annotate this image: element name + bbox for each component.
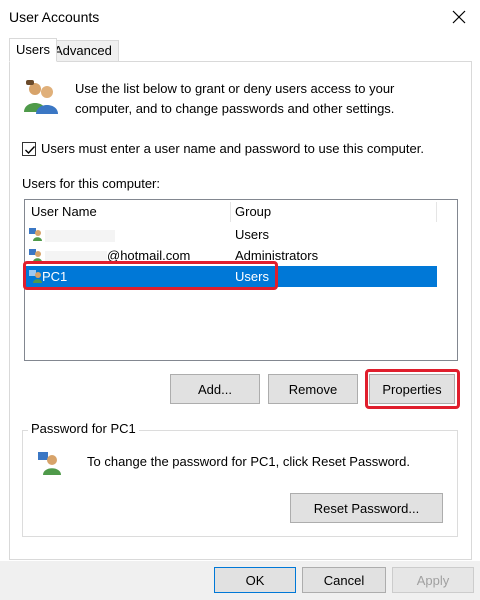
redacted-block bbox=[45, 250, 107, 263]
intro-text: Use the list below to grant or deny user… bbox=[75, 81, 395, 116]
window-title: User Accounts bbox=[9, 9, 100, 25]
require-password-row[interactable]: Users must enter a user name and passwor… bbox=[22, 141, 424, 156]
user-group: Administrators bbox=[235, 248, 319, 263]
close-button[interactable] bbox=[446, 4, 472, 30]
tab-users[interactable]: Users bbox=[9, 38, 57, 62]
checkmark-icon bbox=[25, 145, 36, 154]
list-item-selected[interactable]: PC1 Users bbox=[25, 266, 437, 287]
users-icon bbox=[24, 80, 58, 114]
ok-button[interactable]: OK bbox=[214, 567, 296, 593]
column-group[interactable]: Group bbox=[231, 200, 271, 224]
password-instructions: To change the password for PC1, click Re… bbox=[87, 454, 410, 469]
user-group: Users bbox=[235, 269, 269, 284]
user-name: PC1 bbox=[42, 269, 68, 284]
column-separator[interactable] bbox=[436, 202, 437, 222]
user-key-icon bbox=[38, 452, 61, 475]
list-item[interactable]: Users bbox=[25, 224, 437, 245]
user-icon bbox=[29, 270, 42, 283]
tab-advanced[interactable]: Advanced bbox=[47, 40, 119, 62]
user-group: Users bbox=[235, 227, 269, 242]
list-item[interactable]: @hotmail.com Administrators bbox=[25, 245, 437, 266]
cancel-button[interactable]: Cancel bbox=[302, 567, 386, 593]
require-password-checkbox[interactable] bbox=[22, 141, 36, 156]
title-bar: User Accounts bbox=[0, 0, 480, 34]
apply-button[interactable]: Apply bbox=[392, 567, 474, 593]
redacted-block bbox=[45, 229, 115, 242]
user-name-masked bbox=[45, 224, 115, 245]
user-icon bbox=[29, 228, 42, 241]
close-icon bbox=[452, 10, 466, 24]
users-list[interactable]: User Name Group Users @hotmail.com Admin… bbox=[24, 199, 458, 361]
users-list-label: Users for this computer: bbox=[22, 176, 160, 191]
column-user-name[interactable]: User Name bbox=[27, 200, 97, 224]
remove-button[interactable]: Remove bbox=[268, 374, 358, 404]
properties-button[interactable]: Properties bbox=[369, 374, 455, 404]
user-name: @hotmail.com bbox=[45, 245, 190, 266]
user-icon bbox=[29, 249, 42, 262]
require-password-label: Users must enter a user name and passwor… bbox=[41, 141, 424, 156]
add-button[interactable]: Add... bbox=[170, 374, 260, 404]
password-group-label: Password for PC1 bbox=[28, 421, 139, 436]
list-header: User Name Group bbox=[25, 200, 457, 224]
reset-password-button[interactable]: Reset Password... bbox=[290, 493, 443, 523]
